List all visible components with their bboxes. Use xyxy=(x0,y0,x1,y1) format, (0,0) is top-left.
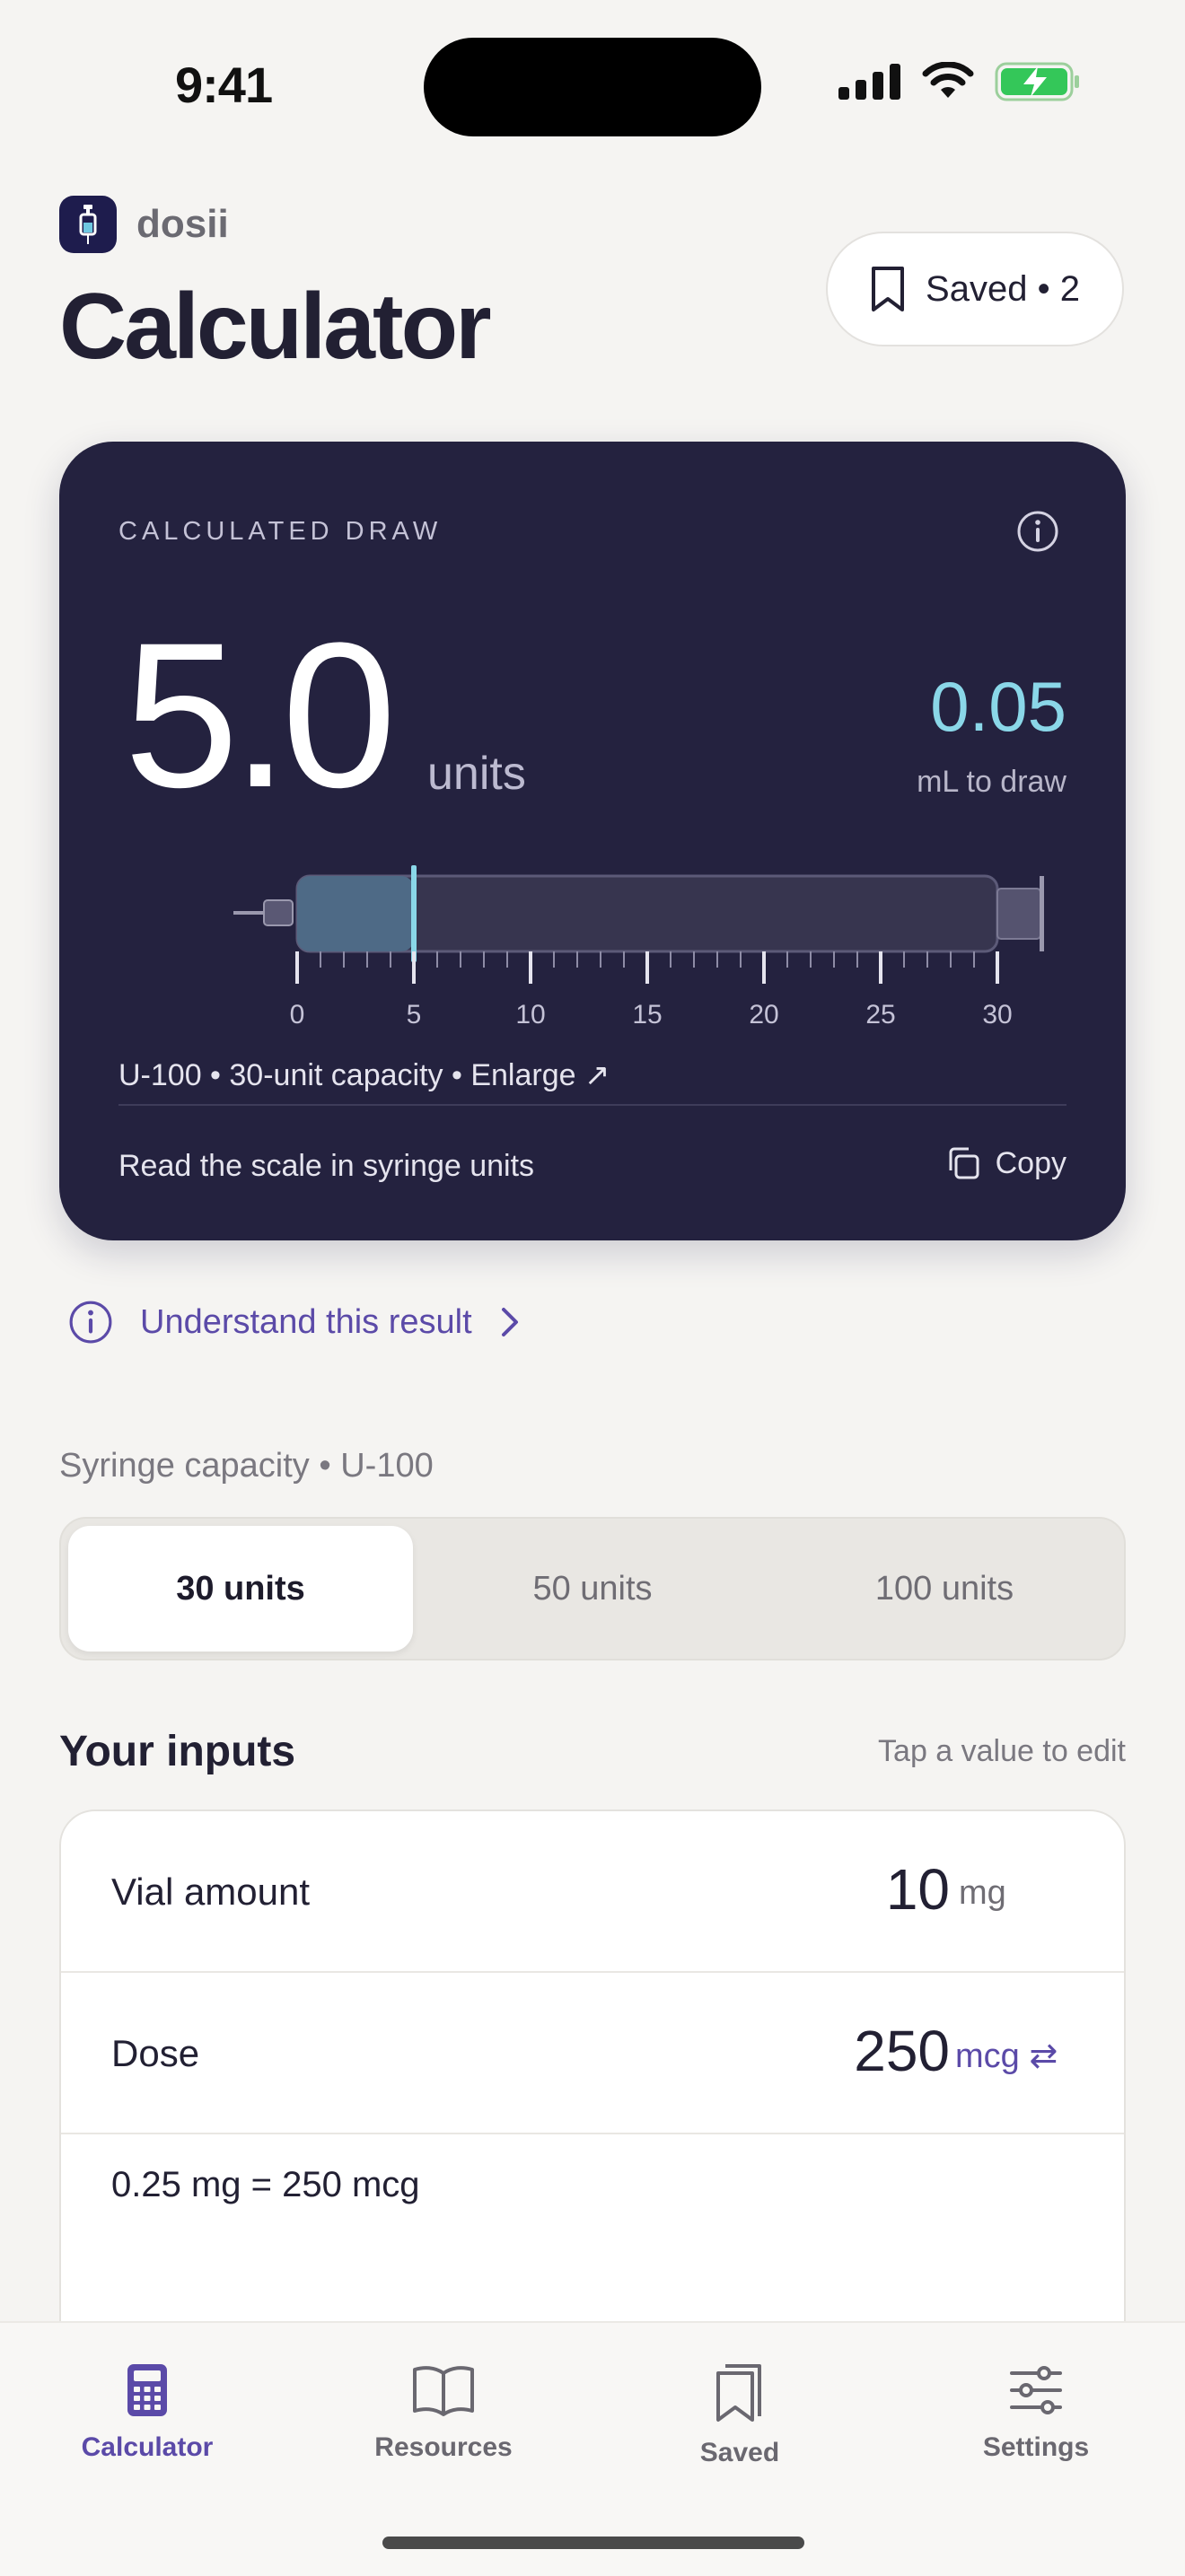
capacity-option-30[interactable]: 30 units xyxy=(68,1526,413,1652)
bookmark-icon xyxy=(872,267,905,311)
vial-amount-unit: mg xyxy=(959,1874,1006,1912)
result-label: CALCULATED DRAW xyxy=(118,517,443,546)
scale-label: 5 xyxy=(407,1000,422,1030)
signal-icon xyxy=(838,64,900,100)
status-icons xyxy=(838,61,1081,102)
syringe-scale-labels: 0 5 10 15 20 25 30 xyxy=(290,1000,1013,1030)
app-name: dosii xyxy=(136,202,229,246)
tab-resources-label: Resources xyxy=(374,2432,513,2462)
vial-amount-row[interactable]: Vial amount 10 mg xyxy=(61,1811,1124,1973)
capacity-option-50[interactable]: 50 units xyxy=(420,1526,765,1652)
syringe-logo-icon xyxy=(59,196,117,253)
syringe-capacity-label: Syringe capacity • U-100 xyxy=(59,1447,434,1485)
tab-saved-label: Saved xyxy=(699,2438,780,2467)
dose-unit-toggle[interactable]: mcg ⇄ xyxy=(955,2036,1058,2076)
scale-label: 30 xyxy=(982,1000,1012,1030)
book-icon xyxy=(413,2366,474,2416)
result-card: CALCULATED DRAW 5.0 units 0.05 mL to dra… xyxy=(59,442,1126,1240)
home-indicator xyxy=(382,2537,804,2549)
syringe-fill xyxy=(297,876,414,951)
copy-icon xyxy=(949,1147,979,1179)
copy-label: Copy xyxy=(995,1145,1066,1180)
sliders-icon xyxy=(1010,2366,1062,2414)
calculator-icon xyxy=(127,2364,167,2416)
vial-amount-value[interactable]: 10 xyxy=(886,1856,950,1923)
status-time: 9:41 xyxy=(175,57,273,113)
chevron-right-icon xyxy=(501,1308,518,1336)
tab-settings-label: Settings xyxy=(982,2432,1090,2462)
saved-button-label: Saved • 2 xyxy=(926,268,1080,309)
ml-value: 0.05 xyxy=(930,667,1066,746)
syringe-flange xyxy=(1040,876,1044,951)
app-brand: dosii xyxy=(59,196,229,253)
tab-calculator[interactable]: Calculator xyxy=(40,2362,255,2463)
dose-row[interactable]: Dose 250 mcg ⇄ xyxy=(61,1973,1124,2134)
dynamic-island xyxy=(424,38,761,136)
saved-button[interactable]: Saved • 2 xyxy=(826,232,1124,346)
syringe-plunger-line xyxy=(411,865,417,962)
scale-label: 25 xyxy=(865,1000,895,1030)
ml-label: mL to draw xyxy=(917,765,1066,799)
scale-label: 20 xyxy=(749,1000,778,1030)
info-icon[interactable] xyxy=(1016,510,1059,553)
inputs-panel: Vial amount 10 mg Dose 250 mcg ⇄ 0.25 mg… xyxy=(59,1809,1126,2366)
page-title: Calculator xyxy=(59,275,492,379)
inputs-hint: Tap a value to edit xyxy=(878,1734,1126,1768)
syringe-hub xyxy=(263,899,294,926)
tab-resources[interactable]: Resources xyxy=(336,2362,551,2463)
scale-label: 0 xyxy=(290,1000,305,1030)
card-divider xyxy=(118,1104,1066,1106)
wifi-icon xyxy=(922,62,974,98)
capacity-option-100[interactable]: 100 units xyxy=(772,1526,1117,1652)
scale-label: 10 xyxy=(515,1000,545,1030)
battery-charging-icon xyxy=(995,62,1079,101)
read-scale-hint: Read the scale in syringe units xyxy=(118,1149,535,1183)
scale-label: 15 xyxy=(632,1000,662,1030)
info-icon xyxy=(69,1301,112,1344)
inputs-title: Your inputs xyxy=(59,1728,296,1775)
tab-settings[interactable]: Settings xyxy=(928,2362,1144,2463)
result-value: 5.0 xyxy=(124,600,397,830)
understand-result-label: Understand this result xyxy=(140,1302,472,1341)
syringe-scale xyxy=(295,951,999,984)
syringe-info-link[interactable]: U-100 • 30-unit capacity • Enlarge ↗ xyxy=(118,1057,610,1093)
dose-value[interactable]: 250 xyxy=(854,2018,950,2084)
tab-calculator-label: Calculator xyxy=(81,2432,214,2462)
dose-label: Dose xyxy=(111,2032,200,2074)
syringe-plunger-end xyxy=(996,888,1041,940)
bookmarks-icon xyxy=(716,2364,761,2422)
syringe-graphic: 0 5 10 15 20 25 30 xyxy=(233,865,1044,1030)
dose-conversion: 0.25 mg = 250 mcg xyxy=(111,2165,420,2204)
result-unit: units xyxy=(427,748,526,800)
tab-saved[interactable]: Saved xyxy=(632,2362,847,2468)
vial-amount-label: Vial amount xyxy=(111,1871,311,1913)
syringe-capacity-selector: 30 units 50 units 100 units xyxy=(59,1517,1126,1660)
copy-button[interactable]: Copy xyxy=(945,1145,1066,1181)
understand-result-link[interactable]: Understand this result xyxy=(68,1300,521,1345)
